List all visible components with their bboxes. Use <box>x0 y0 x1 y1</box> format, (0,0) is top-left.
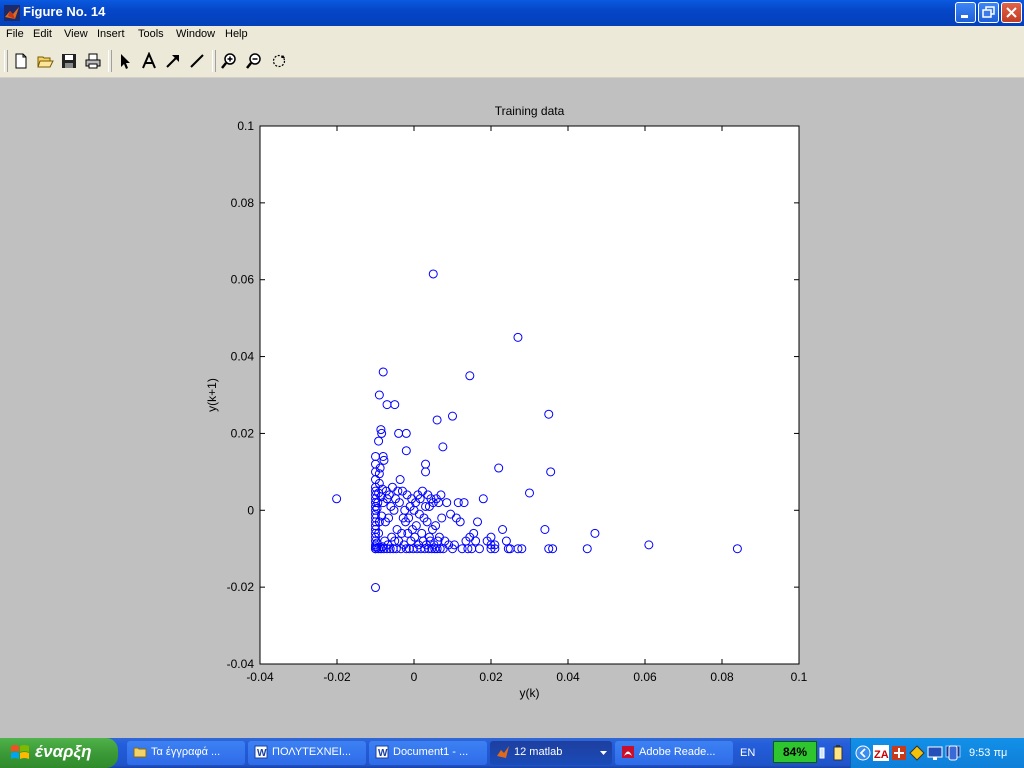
start-button[interactable]: έναρξη <box>0 738 118 768</box>
x-tick-label: 0.04 <box>556 670 580 684</box>
language-indicator[interactable]: EN <box>740 747 755 759</box>
figure-toolbar <box>0 44 1024 78</box>
chevron-down-icon <box>600 751 607 755</box>
menu-view[interactable]: View <box>64 28 88 40</box>
menu-edit[interactable]: Edit <box>33 28 52 40</box>
svg-text:ZA: ZA <box>874 749 889 761</box>
start-label: έναρξη <box>35 742 92 761</box>
x-tick-label: -0.04 <box>246 670 274 684</box>
restore-button[interactable] <box>978 2 999 23</box>
show-hidden-icons-icon[interactable] <box>855 745 871 761</box>
svg-text:W: W <box>257 748 267 759</box>
x-tick-label: 0.02 <box>479 670 503 684</box>
x-tick-label: 0.1 <box>791 670 808 684</box>
x-tick-label: 0.06 <box>633 670 657 684</box>
rotate-3d-icon[interactable] <box>270 52 288 70</box>
menu-insert[interactable]: Insert <box>97 28 125 40</box>
zonealarm-icon[interactable]: ZA <box>873 745 889 761</box>
y-tick-label: 0 <box>247 503 254 517</box>
y-tick-label: 0.1 <box>237 119 254 133</box>
task-adobe-reader[interactable]: Adobe Reade... <box>615 741 733 765</box>
network-icon[interactable] <box>927 745 943 761</box>
save-icon[interactable] <box>60 52 78 70</box>
word-icon: W <box>375 745 389 759</box>
meter-gauge-icon <box>819 747 825 759</box>
close-icon <box>1006 7 1017 18</box>
task-matlab-group[interactable]: 12 matlab <box>490 741 612 765</box>
minimize-icon <box>961 15 968 18</box>
menu-tools[interactable]: Tools <box>138 28 164 40</box>
battery-percentage[interactable]: 84% <box>773 741 817 763</box>
task-label: Adobe Reade... <box>639 746 716 758</box>
chart-title: Training data <box>495 104 565 118</box>
print-icon[interactable] <box>84 52 102 70</box>
y-tick-label: 0.06 <box>231 273 255 287</box>
minimize-button[interactable] <box>955 2 976 23</box>
x-tick-label: -0.02 <box>323 670 351 684</box>
menu-bar: File Edit View Insert Tools Window Help <box>0 26 1024 44</box>
x-tick-label: 0.08 <box>710 670 734 684</box>
insert-text-icon[interactable] <box>140 52 158 70</box>
matlab-logo-icon <box>4 5 20 21</box>
task-label: 12 matlab <box>514 746 563 758</box>
clock: 9:53 πμ <box>969 747 1008 759</box>
edit-plot-arrow-icon[interactable] <box>116 52 134 70</box>
folder-icon <box>133 747 147 758</box>
svg-text:W: W <box>378 748 388 759</box>
antivirus-icon[interactable] <box>891 745 907 761</box>
task-label: ΠΟΛΥΤΕΧΝΕΙ... <box>272 746 352 758</box>
toolbar-separator <box>108 50 112 72</box>
axes-box <box>259 125 800 665</box>
matlab-icon <box>497 746 509 758</box>
insert-line-icon[interactable] <box>188 52 206 70</box>
restore-icon <box>982 6 995 18</box>
zoom-out-icon[interactable] <box>245 52 263 70</box>
zoom-in-icon[interactable] <box>220 52 238 70</box>
word-icon: W <box>254 745 268 759</box>
windows-logo-icon <box>11 745 29 759</box>
insert-arrow-icon[interactable] <box>164 52 182 70</box>
adobe-reader-icon <box>622 746 634 758</box>
menu-window[interactable]: Window <box>176 28 215 40</box>
task-my-documents[interactable]: Τα έγγραφά ... <box>127 741 245 765</box>
task-word-polytechneio[interactable]: W ΠΟΛΥΤΕΧΝΕΙ... <box>248 741 366 765</box>
new-figure-icon[interactable] <box>12 52 30 70</box>
menu-help[interactable]: Help <box>225 28 248 40</box>
security-shield-icon[interactable] <box>909 745 925 761</box>
task-word-document1[interactable]: W Document1 - ... <box>369 741 487 765</box>
taskbar: έναρξη Τα έγγραφά ... W ΠΟΛΥΤΕΧΝΕΙ... W … <box>0 738 1024 768</box>
y-tick-label: 0.02 <box>231 426 255 440</box>
y-tick-label: 0.08 <box>231 196 255 210</box>
y-tick-label: -0.04 <box>227 657 255 671</box>
battery-icon[interactable] <box>832 744 844 762</box>
close-button[interactable] <box>1001 2 1022 23</box>
open-icon[interactable] <box>36 52 54 70</box>
x-axis-label: y(k) <box>520 686 540 700</box>
y-axis-label: y(k+1) <box>205 378 219 412</box>
toolbar-separator <box>212 50 216 72</box>
window-titlebar[interactable]: Figure No. 14 <box>0 0 1024 26</box>
usb-device-icon[interactable] <box>946 745 960 761</box>
toolbar-grip[interactable] <box>4 50 8 72</box>
window-title: Figure No. 14 <box>23 4 106 19</box>
task-label: Document1 - ... <box>393 746 469 758</box>
x-tick-label: 0 <box>411 670 418 684</box>
task-label: Τα έγγραφά ... <box>151 746 221 758</box>
menu-file[interactable]: File <box>6 28 24 40</box>
y-tick-label: -0.02 <box>227 580 255 594</box>
scatter-plot[interactable]: -0.04 -0.02 0 0.02 0.04 0.06 0.08 0.1 -0.04 -0.02… <box>0 78 1024 738</box>
y-tick-label: 0.04 <box>231 350 255 364</box>
figure-canvas: -0.04 -0.02 0 0.02 0.04 0.06 0.08 0.1 -0.04 -0.02… <box>0 78 1024 738</box>
